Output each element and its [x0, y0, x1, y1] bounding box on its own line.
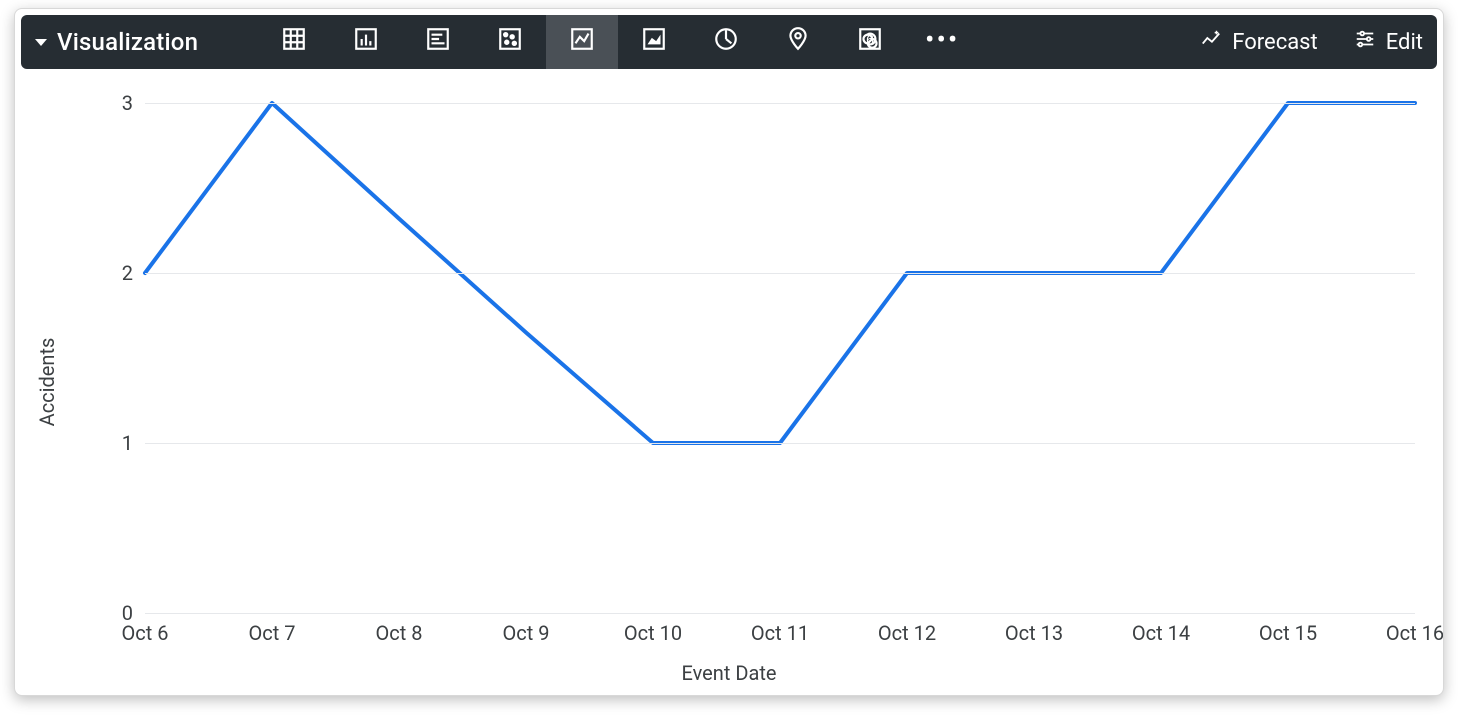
- forecast-button[interactable]: Forecast: [1200, 28, 1317, 56]
- visualization-toggle[interactable]: Visualization: [35, 28, 198, 56]
- gridline: [145, 443, 1415, 444]
- scatter-icon: [497, 26, 523, 58]
- column-chart-button[interactable]: [330, 15, 402, 69]
- visualization-panel: Visualization 6 ••• Forecast: [14, 8, 1444, 696]
- forecast-sparkle-icon: [1200, 28, 1222, 56]
- pie-gauge-icon: [713, 26, 739, 58]
- visualization-toolbar: Visualization 6 ••• Forecast: [21, 15, 1437, 69]
- x-tick-label: Oct 13: [1005, 621, 1063, 645]
- y-tick-label: 1: [122, 431, 133, 455]
- x-tick-label: Oct 15: [1259, 621, 1317, 645]
- map-pin-icon: [785, 26, 811, 58]
- x-tick-label: Oct 7: [249, 621, 296, 645]
- column-chart-icon: [353, 26, 379, 58]
- edit-button[interactable]: Edit: [1354, 28, 1423, 56]
- scatter-button[interactable]: [474, 15, 546, 69]
- x-tick-label: Oct 6: [122, 621, 169, 645]
- x-tick-label: Oct 8: [376, 621, 423, 645]
- gridline: [145, 273, 1415, 274]
- edit-label: Edit: [1386, 30, 1423, 55]
- x-tick-label: Oct 14: [1132, 621, 1190, 645]
- line-chart-button[interactable]: [546, 15, 618, 69]
- single-value-icon: 6: [857, 26, 883, 58]
- bar-chart-icon: [425, 26, 451, 58]
- x-axis-label: Event Date: [682, 661, 777, 685]
- table-button[interactable]: [258, 15, 330, 69]
- bar-chart-button[interactable]: [402, 15, 474, 69]
- more-icon: •••: [925, 30, 959, 55]
- plot-inner[interactable]: 0123Oct 6Oct 7Oct 8Oct 9Oct 10Oct 11Oct …: [145, 103, 1415, 613]
- x-tick-label: Oct 12: [878, 621, 936, 645]
- pie-gauge-button[interactable]: [690, 15, 762, 69]
- table-icon: [281, 26, 307, 58]
- x-tick-label: Oct 11: [751, 621, 809, 645]
- y-axis-label: Accidents: [35, 338, 59, 427]
- y-tick-label: 3: [122, 91, 133, 115]
- forecast-label: Forecast: [1232, 30, 1317, 55]
- chart-type-selector: 6 •••: [258, 15, 978, 69]
- toolbar-title: Visualization: [57, 28, 198, 56]
- y-tick-label: 2: [122, 261, 133, 285]
- map-pin-button[interactable]: [762, 15, 834, 69]
- svg-text:6: 6: [866, 31, 874, 47]
- x-tick-label: Oct 16: [1386, 621, 1444, 645]
- chart-area: Accidents Event Date 0123Oct 6Oct 7Oct 8…: [15, 69, 1443, 695]
- line-series: [145, 103, 1415, 613]
- gridline: [145, 613, 1415, 614]
- gridline: [145, 103, 1415, 104]
- sliders-icon: [1354, 28, 1376, 56]
- x-tick-label: Oct 9: [503, 621, 550, 645]
- area-chart-button[interactable]: [618, 15, 690, 69]
- caret-down-icon: [35, 39, 47, 46]
- line-chart-icon: [569, 26, 595, 58]
- area-chart-icon: [641, 26, 667, 58]
- x-tick-label: Oct 10: [624, 621, 682, 645]
- more-button[interactable]: •••: [906, 15, 978, 69]
- single-value-button[interactable]: 6: [834, 15, 906, 69]
